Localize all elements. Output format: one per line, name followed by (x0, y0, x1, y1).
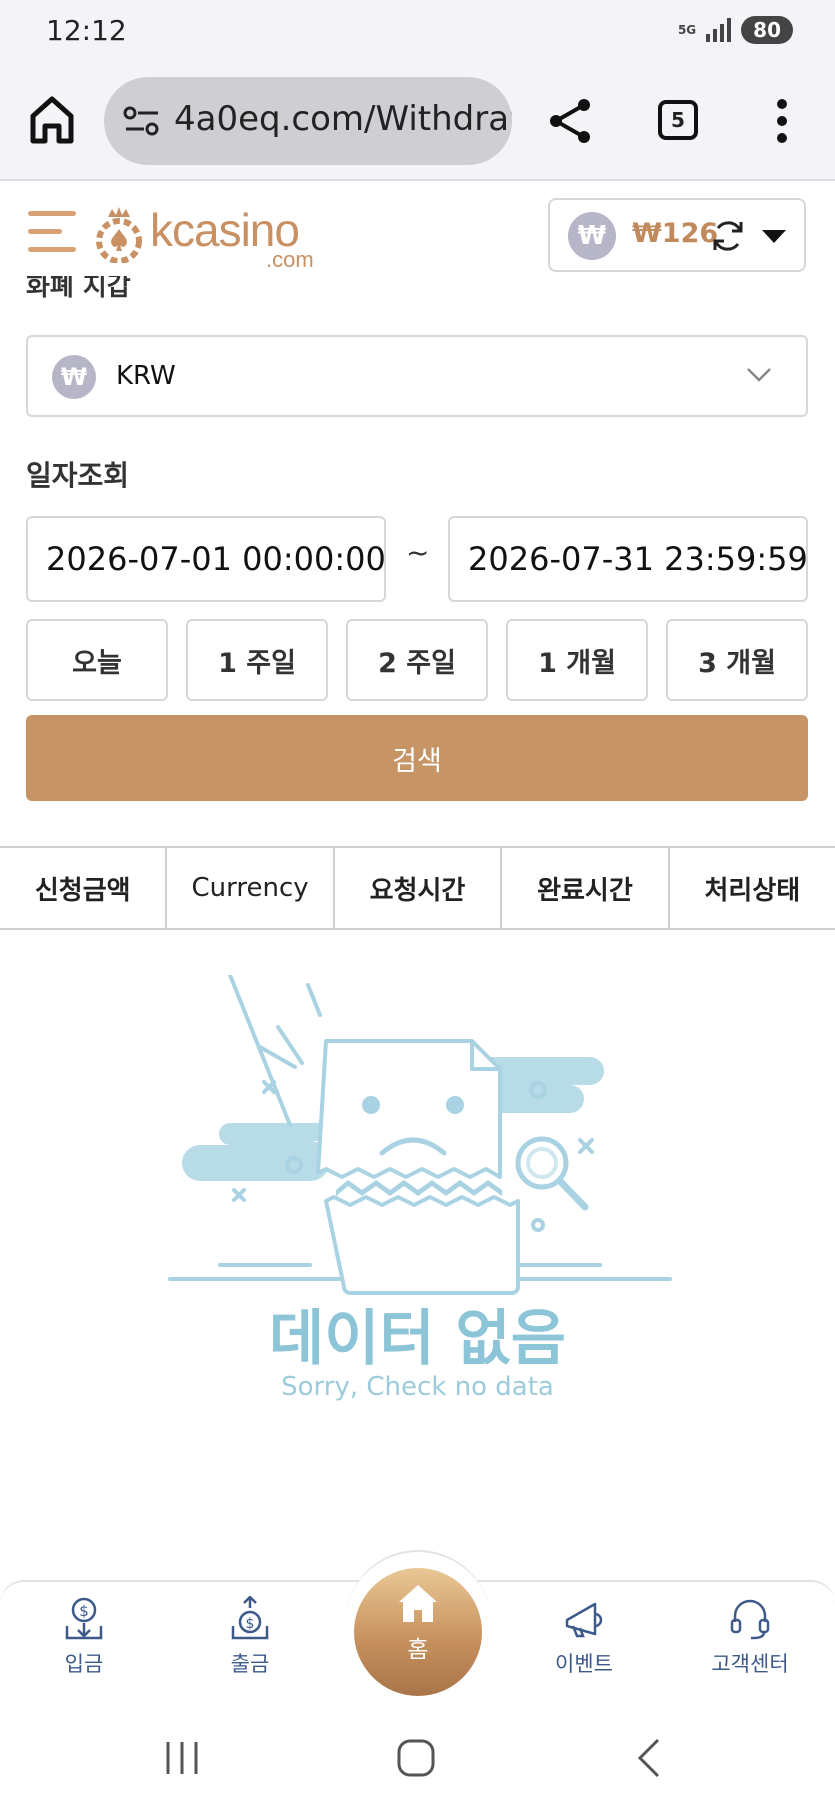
date-range-label: 일자조회 (26, 459, 130, 492)
site-settings-icon[interactable] (122, 103, 162, 139)
network-type-icon: 5G (677, 23, 697, 37)
headset-icon (730, 1599, 770, 1640)
nav-events-label: 이벤트 (555, 1652, 613, 1676)
range-2week-button[interactable]: 2 주일 (346, 619, 488, 701)
logo-domain: .com (266, 247, 314, 272)
range-today-button[interactable]: 오늘 (26, 619, 168, 701)
logo-chip-icon (96, 207, 142, 263)
nav-support-label: 고객센터 (711, 1652, 789, 1676)
svg-text:$: $ (246, 1616, 255, 1632)
currency-select[interactable]: ₩ KRW (26, 335, 808, 417)
back-icon[interactable] (630, 1736, 670, 1780)
range-3month-button[interactable]: 3 개월 (666, 619, 808, 701)
more-menu-icon[interactable] (774, 98, 790, 144)
tab-switcher-button[interactable]: 5 (658, 100, 698, 140)
date-from-input[interactable]: 2026-07-01 00:00:00 (26, 516, 386, 602)
balance-widget[interactable]: ₩ ₩126 (548, 198, 806, 272)
balance-value: ₩126 (632, 218, 719, 249)
won-coin-icon: ₩ (568, 212, 616, 260)
column-header-request-time[interactable]: 요청시간 (335, 848, 503, 928)
currency-section-label: 화폐 지갑 (26, 276, 131, 302)
nav-withdraw[interactable]: $ 출금 (190, 1596, 310, 1696)
range-1month-button[interactable]: 1 개월 (506, 619, 648, 701)
column-header-complete-time[interactable]: 완료시간 (502, 848, 670, 928)
search-button[interactable]: 검색 (26, 715, 808, 801)
url-text: 4a0eq.com/Withdraw (174, 99, 512, 139)
date-to-input[interactable]: 2026-07-31 23:59:59 (448, 516, 808, 602)
nav-support[interactable]: 고객센터 (690, 1596, 810, 1696)
site-header: kcasino .com ₩ ₩126 (0, 183, 835, 283)
browser-home-icon[interactable] (28, 94, 76, 146)
nav-home-label: 홈 (407, 1637, 429, 1663)
system-home-icon[interactable] (396, 1736, 436, 1780)
home-icon (399, 1585, 437, 1622)
nav-deposit[interactable]: $ 입금 (24, 1596, 144, 1696)
hamburger-menu-icon[interactable] (28, 211, 76, 257)
system-navigation-bar (0, 1706, 835, 1810)
chevron-down-icon[interactable] (762, 230, 786, 243)
status-icons: 5G 80 (678, 16, 793, 44)
battery-icon: 80 (741, 16, 793, 44)
megaphone-icon (565, 1602, 603, 1638)
date-separator: ~ (406, 536, 430, 569)
column-header-status[interactable]: 처리상태 (670, 848, 835, 928)
nav-deposit-label: 입금 (64, 1652, 104, 1676)
address-bar[interactable]: 4a0eq.com/Withdraw (104, 77, 512, 165)
recent-apps-icon[interactable] (162, 1736, 202, 1780)
currency-value: KRW (116, 361, 176, 391)
column-header-currency[interactable]: Currency (167, 848, 335, 928)
empty-state-title: 데이터 없음 (269, 1304, 566, 1374)
column-header-amount[interactable]: 신청금액 (0, 848, 168, 928)
status-time: 12:12 (46, 14, 127, 47)
withdraw-icon: $ (231, 1596, 269, 1640)
range-1week-button[interactable]: 1 주일 (186, 619, 328, 701)
nav-withdraw-label: 출금 (230, 1652, 270, 1676)
nav-events[interactable]: 이벤트 (524, 1596, 644, 1696)
chevron-down-icon (747, 368, 771, 382)
signal-icon (706, 18, 732, 42)
svg-text:$: $ (79, 1602, 89, 1620)
site-logo[interactable]: kcasino .com (92, 203, 332, 273)
status-bar: 12:12 5G 80 (0, 0, 835, 64)
table-header: 신청금액 Currency 요청시간 완료시간 처리상태 (0, 846, 835, 930)
share-icon[interactable] (546, 96, 594, 146)
deposit-icon: $ (65, 1597, 103, 1640)
won-coin-icon: ₩ (52, 355, 96, 399)
no-data-illustration (168, 975, 672, 1295)
empty-state-subtitle: Sorry, Check no data (281, 1372, 554, 1402)
browser-toolbar: 4a0eq.com/Withdraw 5 (0, 64, 835, 181)
nav-home-button[interactable]: 홈 (354, 1568, 482, 1696)
refresh-icon[interactable] (710, 218, 746, 254)
